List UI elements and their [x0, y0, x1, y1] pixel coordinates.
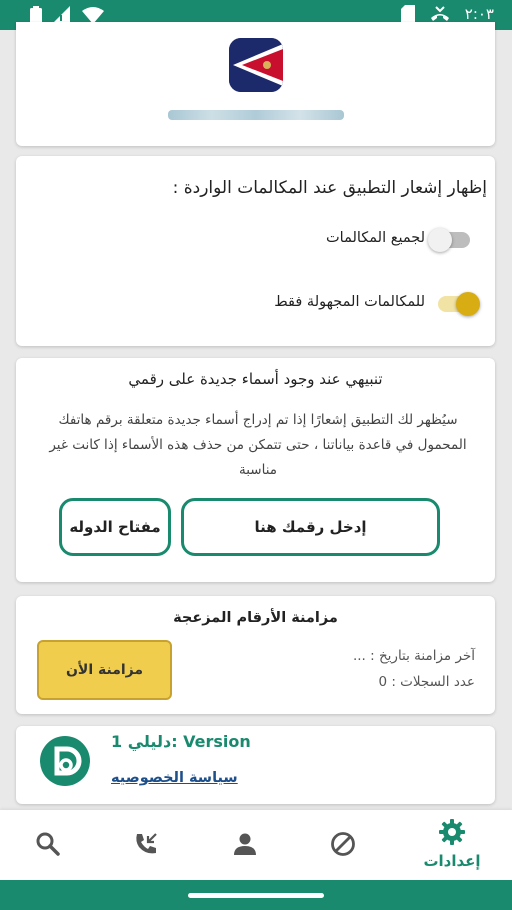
system-navigation-bar: [0, 880, 512, 910]
switch-knob: [428, 228, 452, 252]
nav-call-log[interactable]: [126, 824, 166, 864]
american-samoa-flag-icon: [229, 38, 283, 92]
block-icon: [331, 832, 355, 856]
country-code-button[interactable]: مفتاح الدوله: [59, 498, 171, 556]
person-icon: [234, 833, 256, 855]
new-names-alert-title: تنبيهي عند وجود أسماء جديدة على رقمي: [128, 370, 383, 388]
all-calls-label: لجميع المكالمات: [326, 230, 425, 246]
last-sync-text: آخر مزامنة بتاريخ : ...: [352, 648, 475, 664]
incoming-call-settings-card: إظهار إشعار التطبيق عند المكالمات الوارد…: [16, 156, 495, 346]
all-calls-switch[interactable]: [428, 228, 470, 252]
call-log-icon: [136, 833, 157, 854]
incoming-call-settings-title: إظهار إشعار التطبيق عند المكالمات الوارد…: [172, 178, 487, 198]
unknown-calls-label: للمكالمات المجهولة فقط: [274, 294, 425, 310]
spam-sync-card: مزامنة الأرقام المزعجة مزامنة الأن آخر م…: [16, 596, 495, 714]
sync-now-button[interactable]: مزامنة الأن: [37, 640, 172, 700]
nav-settings-label: إعدادات: [423, 852, 481, 870]
enter-phone-button[interactable]: إدخل رقمك هنا: [181, 498, 440, 556]
unknown-calls-switch[interactable]: [438, 292, 480, 316]
new-names-alert-description: سيُظهر لك التطبيق إشعارًا إذا تم إدراج أ…: [49, 412, 467, 478]
nav-settings[interactable]: إعدادات: [412, 818, 492, 870]
search-icon: [36, 832, 60, 856]
blurred-app-name: [168, 110, 344, 120]
version-text: دليلي 1: Version: [111, 732, 251, 751]
app-logo-icon: [40, 736, 90, 786]
nav-block[interactable]: [323, 824, 363, 864]
app-header-card: [16, 22, 495, 146]
clock: ٢:٠٣: [464, 5, 494, 23]
call-forward-icon: [430, 6, 449, 21]
nav-profile[interactable]: [225, 824, 265, 864]
sd-card-icon: [400, 5, 415, 23]
home-indicator[interactable]: [188, 893, 324, 898]
privacy-policy-link[interactable]: سياسة الخصوصيه: [111, 770, 238, 786]
switch-knob: [456, 292, 480, 316]
about-card: دليلي 1: Version سياسة الخصوصيه: [16, 726, 495, 804]
nav-search[interactable]: [28, 824, 68, 864]
gear-icon: [439, 819, 465, 845]
spam-sync-title: مزامنة الأرقام المزعجة: [173, 610, 338, 626]
bottom-navigation: إعدادات: [0, 810, 512, 880]
records-count-text: عدد السجلات : 0: [378, 674, 475, 690]
new-names-alert-card: تنبيهي عند وجود أسماء جديدة على رقمي سيُ…: [16, 358, 495, 582]
